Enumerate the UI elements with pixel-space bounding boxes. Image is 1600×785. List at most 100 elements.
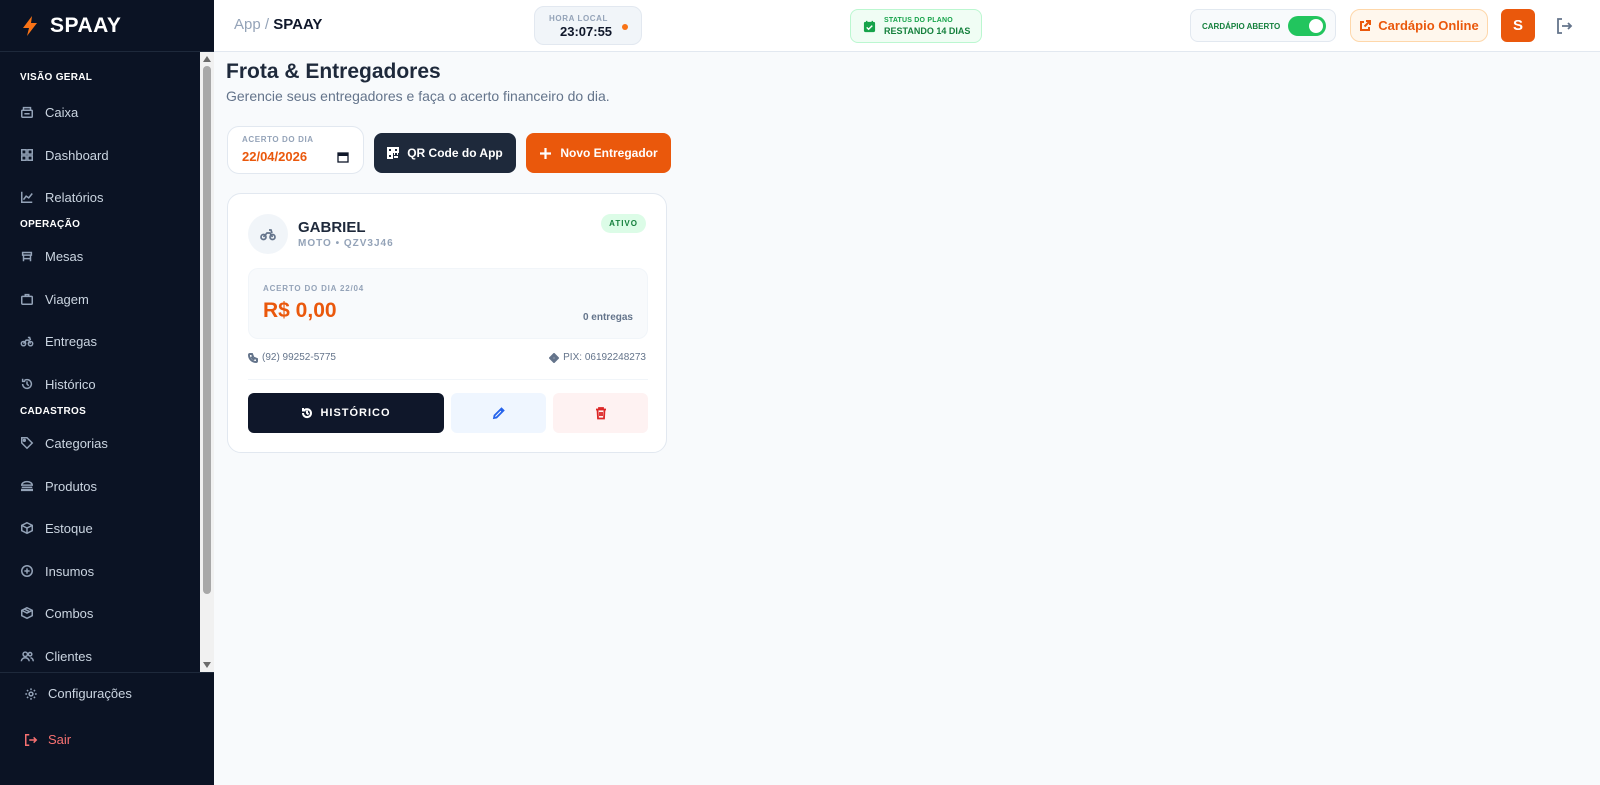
pix-key: PIX: 06192248273 — [563, 352, 646, 363]
menu-open-label: CARDÁPIO ABERTO — [1202, 22, 1281, 31]
sidebar-item-estoque[interactable]: Estoque — [0, 513, 200, 543]
sidebar-item-mesas[interactable]: Mesas — [0, 241, 200, 271]
plan-label: STATUS DO PLANO — [884, 17, 953, 24]
register-icon — [21, 106, 33, 118]
chart-line-icon — [21, 191, 33, 203]
local-clock: HORA LOCAL 23:07:55 — [534, 6, 642, 45]
edit-driver-button[interactable] — [451, 393, 546, 433]
sidebar-item-categorias[interactable]: Categorias — [0, 428, 200, 458]
sidebar: SPAAY VISÃO GERAL Caixa Dashboard Relató… — [0, 0, 214, 785]
bag-icon — [21, 293, 33, 305]
driver-vehicle: MOTO • QZV3J46 — [298, 238, 394, 249]
page-title: Frota & Entregadores — [226, 60, 441, 83]
sidebar-item-label: Estoque — [45, 520, 93, 536]
sidebar-item-label: Categorias — [45, 435, 108, 451]
sidebar-item-combos[interactable]: Combos — [0, 598, 200, 628]
scroll-up-arrow-icon[interactable] — [203, 56, 211, 62]
online-menu-label: Cardápio Online — [1378, 18, 1479, 33]
menu-open-switch[interactable] — [1288, 16, 1326, 36]
plan-status-badge: STATUS DO PLANO RESTANDO 14 DIAS — [850, 9, 982, 43]
plus-circle-icon — [21, 565, 33, 577]
burger-icon — [21, 480, 33, 492]
motorcycle-icon — [20, 336, 34, 347]
sidebar-item-label: Viagem — [45, 291, 89, 307]
history-icon — [21, 378, 33, 390]
sidebar-item-configuracoes[interactable]: Configurações — [24, 686, 132, 701]
driver-pix: PIX: 06192248273 — [549, 352, 646, 363]
table-icon — [21, 251, 33, 262]
switch-knob — [1309, 19, 1323, 33]
brand-name: SPAAY — [50, 13, 122, 37]
settlement-date-picker[interactable]: ACERTO DO DIA 22/04/2026 — [227, 126, 364, 174]
history-icon — [302, 408, 313, 419]
sidebar-footer: Configurações Sair — [0, 672, 214, 785]
breadcrumb: App / SPAAY — [234, 16, 322, 33]
sidebar-item-dashboard[interactable]: Dashboard — [0, 140, 200, 170]
logout-icon[interactable] — [1554, 16, 1574, 36]
history-button[interactable]: HISTÓRICO — [248, 393, 444, 433]
scrollbar-thumb[interactable] — [203, 66, 211, 594]
logout-button[interactable]: Sair — [24, 732, 71, 747]
settlement-summary: ACERTO DO DIA 22/04 R$ 0,00 0 entregas — [248, 268, 648, 339]
bolt-icon — [23, 15, 37, 36]
section-label-operacao: OPERAÇÃO — [20, 219, 81, 230]
avatar[interactable]: S — [1501, 9, 1535, 42]
box-icon — [21, 521, 33, 535]
clock-time: 23:07:55 — [560, 24, 613, 39]
online-menu-button[interactable]: Cardápio Online — [1350, 9, 1488, 42]
breadcrumb-root[interactable]: App — [234, 16, 261, 33]
trash-icon — [595, 407, 606, 420]
card-divider — [248, 379, 648, 380]
calendar-icon[interactable] — [337, 151, 349, 163]
date-input[interactable]: 22/04/2026 — [242, 149, 307, 164]
gear-icon — [25, 687, 37, 700]
date-label: ACERTO DO DIA — [242, 135, 314, 144]
calendar-check-icon — [863, 20, 876, 33]
sidebar-scrollbar[interactable] — [200, 52, 214, 672]
clock-label: HORA LOCAL — [549, 14, 609, 23]
driver-card: GABRIEL MOTO • QZV3J46 ATIVO ACERTO DO D… — [227, 193, 667, 453]
sidebar-item-label: Entregas — [45, 333, 98, 349]
sidebar-item-produtos[interactable]: Produtos — [0, 471, 200, 501]
users-icon — [20, 651, 34, 662]
sidebar-item-caixa[interactable]: Caixa — [0, 97, 200, 127]
menu-open-toggle: CARDÁPIO ABERTO — [1190, 9, 1336, 42]
settlement-amount: R$ 0,00 — [263, 299, 337, 322]
driver-name: GABRIEL — [298, 219, 366, 236]
motorcycle-icon — [260, 229, 276, 241]
driver-phone: (92) 99252-5775 — [248, 352, 336, 363]
tag-icon — [21, 437, 34, 450]
sidebar-item-relatorios[interactable]: Relatórios — [0, 182, 200, 212]
breadcrumb-separator: / — [264, 16, 270, 33]
status-badge: ATIVO — [601, 214, 646, 233]
pix-icon — [549, 352, 560, 363]
phone-icon — [248, 352, 258, 363]
phone-number: (92) 99252-5775 — [262, 352, 336, 363]
qr-code-button[interactable]: QR Code do App — [374, 133, 516, 173]
plan-remaining: RESTANDO 14 DIAS — [884, 26, 971, 36]
driver-avatar — [248, 214, 288, 254]
sidebar-nav: VISÃO GERAL Caixa Dashboard Relatórios O… — [0, 52, 200, 672]
external-link-icon — [1360, 19, 1372, 31]
sidebar-item-label: Dashboard — [45, 147, 109, 163]
new-driver-button[interactable]: Novo Entregador — [526, 133, 671, 173]
delivery-count: 0 entregas — [582, 312, 633, 323]
sidebar-item-viagem[interactable]: Viagem — [0, 284, 200, 314]
sidebar-item-entregas[interactable]: Entregas — [0, 326, 200, 356]
sidebar-item-label: Configurações — [48, 686, 132, 701]
sidebar-item-clientes[interactable]: Clientes — [0, 641, 200, 671]
settlement-label: ACERTO DO DIA 22/04 — [263, 284, 365, 293]
page-subtitle: Gerencie seus entregadores e faça o acer… — [226, 88, 610, 104]
sidebar-item-label: Combos — [45, 605, 94, 621]
sidebar-item-historico[interactable]: Histórico — [0, 369, 200, 399]
grid-icon — [21, 149, 33, 161]
package-icon — [21, 606, 33, 620]
brand[interactable]: SPAAY — [0, 0, 214, 52]
sidebar-item-label: Insumos — [45, 563, 95, 579]
sidebar-item-label: Histórico — [45, 376, 96, 392]
sidebar-item-insumos[interactable]: Insumos — [0, 556, 200, 586]
sidebar-item-label: Clientes — [45, 648, 92, 664]
delete-driver-button[interactable] — [553, 393, 648, 433]
qr-code-label: QR Code do App — [407, 146, 503, 160]
scroll-down-arrow-icon[interactable] — [203, 662, 211, 668]
